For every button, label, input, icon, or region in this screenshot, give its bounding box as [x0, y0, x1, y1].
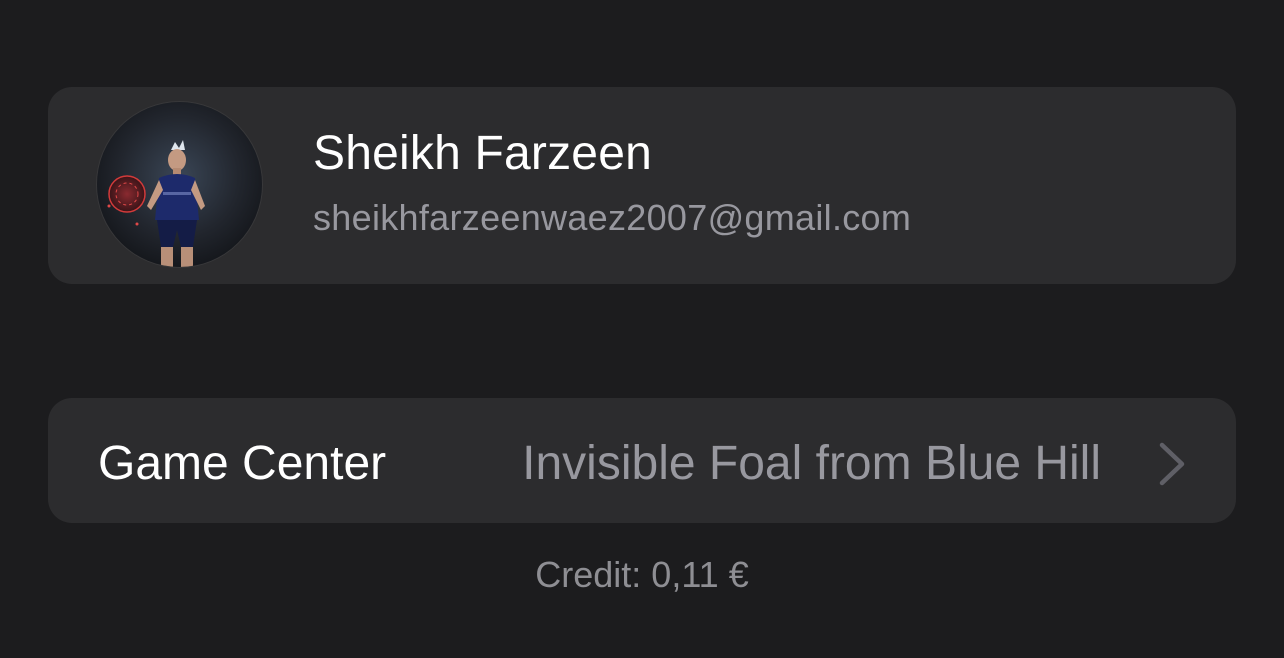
- chevron-right-icon: [1159, 442, 1185, 486]
- account-name: Sheikh Farzeen: [313, 127, 652, 180]
- credit-balance: Credit: 0,11 €: [535, 554, 749, 595]
- avatar: [97, 102, 262, 267]
- game-center-label: Game Center: [98, 437, 387, 490]
- game-center-nickname: Invisible Foal from Blue Hill: [522, 437, 1101, 490]
- account-email: sheikhfarzeenwaez2007@gmail.com: [313, 197, 912, 238]
